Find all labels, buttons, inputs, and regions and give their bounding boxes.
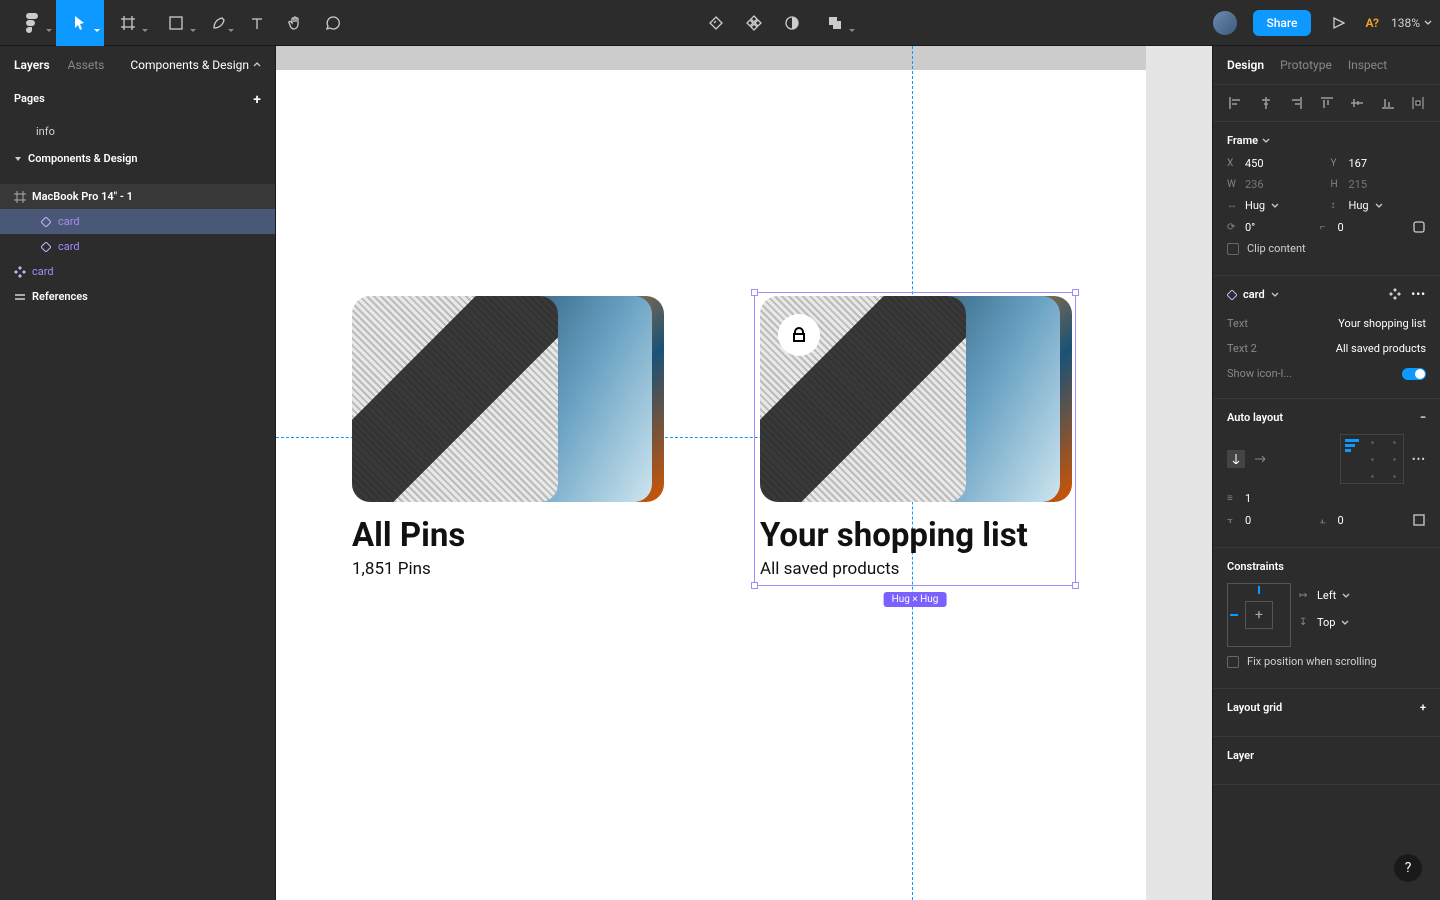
layer-frame[interactable]: MacBook Pro 14" - 1: [0, 184, 275, 209]
inspect-tab[interactable]: Inspect: [1348, 58, 1387, 72]
radius-input[interactable]: 0: [1338, 221, 1344, 234]
card-title: All Pins: [352, 516, 664, 555]
zoom-control[interactable]: 138%: [1391, 16, 1432, 30]
align-row: [1213, 85, 1440, 122]
page-components[interactable]: Components & Design: [0, 145, 275, 172]
mask-icon[interactable]: [773, 0, 811, 46]
constraint-v[interactable]: Top: [1317, 616, 1335, 629]
prop-showicon-label: Show icon-l...: [1227, 367, 1292, 380]
text-tool[interactable]: [238, 0, 276, 46]
autolayout-label: Auto layout: [1227, 411, 1283, 424]
align-right-icon[interactable]: [1286, 93, 1306, 113]
card-subtitle: All saved products: [760, 559, 1072, 579]
prop-text-label: Text: [1227, 317, 1248, 330]
card-shopping-list[interactable]: Your shopping list All saved products: [760, 296, 1072, 579]
autolayout-remove-icon[interactable]: −: [1420, 411, 1426, 424]
radius-expand-icon[interactable]: [1412, 220, 1426, 234]
frame-tool[interactable]: [104, 0, 152, 46]
rotation-input[interactable]: 0°: [1245, 221, 1255, 234]
card-image: [352, 296, 558, 502]
present-button[interactable]: [1319, 0, 1357, 46]
align-top-icon[interactable]: [1317, 93, 1337, 113]
fix-position-label: Fix position when scrolling: [1247, 655, 1377, 668]
hug-h[interactable]: Hug: [1349, 199, 1369, 212]
align-vcenter-icon[interactable]: [1347, 93, 1367, 113]
layer-section-label: Layer: [1227, 749, 1254, 762]
distribute-icon[interactable]: [1408, 93, 1428, 113]
right-panel: Design Prototype Inspect Frame X450 Y167…: [1212, 46, 1440, 900]
align-bottom-icon[interactable]: [1378, 93, 1398, 113]
al-alignment-grid[interactable]: [1340, 434, 1404, 484]
align-hcenter-icon[interactable]: [1256, 93, 1276, 113]
al-direction-h[interactable]: [1251, 450, 1269, 468]
align-left-icon[interactable]: [1225, 93, 1245, 113]
card-all-pins[interactable]: All Pins 1,851 Pins: [352, 296, 664, 579]
help-button[interactable]: ?: [1394, 854, 1422, 882]
al-gap-input[interactable]: 1: [1245, 492, 1251, 505]
al-more-icon[interactable]: •••: [1412, 453, 1426, 466]
h-input[interactable]: 215: [1349, 178, 1368, 191]
al-pad-expand-icon[interactable]: [1412, 513, 1426, 527]
hand-tool[interactable]: [276, 0, 314, 46]
add-page-button[interactable]: +: [253, 92, 261, 108]
layer-card-1[interactable]: card: [0, 209, 275, 234]
layer-card-master[interactable]: card: [0, 259, 275, 284]
share-button[interactable]: Share: [1253, 10, 1312, 36]
frame-section-label: Frame: [1227, 134, 1258, 147]
prototype-tab[interactable]: Prototype: [1280, 58, 1332, 72]
left-panel: Layers Assets Components & Design Pages …: [0, 46, 276, 900]
instance-name[interactable]: card: [1243, 288, 1265, 301]
comment-tool[interactable]: [314, 0, 352, 46]
fix-position-checkbox[interactable]: [1227, 656, 1239, 668]
shape-tool[interactable]: [152, 0, 200, 46]
layer-references[interactable]: References: [0, 284, 275, 309]
prop-text2-label: Text 2: [1227, 342, 1257, 355]
layers-tab[interactable]: Layers: [14, 58, 50, 72]
layoutgrid-label: Layout grid: [1227, 701, 1282, 714]
hug-w[interactable]: Hug: [1245, 199, 1265, 212]
lock-icon: [778, 314, 820, 356]
avatar[interactable]: [1213, 11, 1237, 35]
clip-content-label: Clip content: [1247, 242, 1306, 255]
x-input[interactable]: 450: [1245, 157, 1264, 170]
al-direction-v[interactable]: [1227, 450, 1245, 468]
library-tab[interactable]: Components & Design: [130, 58, 261, 72]
constraints-label: Constraints: [1227, 560, 1284, 573]
top-toolbar: Share A? 138%: [0, 0, 1440, 46]
w-input[interactable]: 236: [1245, 178, 1264, 191]
page-info[interactable]: info: [0, 118, 275, 145]
al-padv-input[interactable]: 0: [1338, 514, 1344, 527]
show-icon-toggle[interactable]: [1402, 368, 1426, 380]
component-back-icon[interactable]: [697, 0, 735, 46]
figma-menu-button[interactable]: [8, 0, 56, 46]
card-title: Your shopping list: [760, 516, 1072, 555]
constraint-h[interactable]: Left: [1317, 589, 1336, 602]
canvas[interactable]: All Pins 1,851 Pins Your shopping list A…: [276, 46, 1212, 900]
prop-text2-value[interactable]: All saved products: [1336, 342, 1426, 355]
y-input[interactable]: 167: [1349, 157, 1368, 170]
dev-badge[interactable]: A?: [1365, 16, 1379, 30]
component-create-icon[interactable]: [735, 0, 773, 46]
prop-text-value[interactable]: Your shopping list: [1338, 317, 1426, 330]
instance-swap-icon[interactable]: [1389, 288, 1401, 301]
constraints-box[interactable]: +: [1227, 583, 1291, 647]
al-padh-input[interactable]: 0: [1245, 514, 1251, 527]
assets-tab[interactable]: Assets: [68, 58, 105, 72]
card-subtitle: 1,851 Pins: [352, 559, 664, 579]
layoutgrid-add-icon[interactable]: +: [1420, 701, 1426, 714]
move-tool[interactable]: [56, 0, 104, 46]
boolean-icon[interactable]: [811, 0, 859, 46]
instance-more-icon[interactable]: •••: [1411, 288, 1426, 301]
pen-tool[interactable]: [200, 0, 238, 46]
pages-label: Pages: [14, 92, 45, 108]
clip-content-checkbox[interactable]: [1227, 243, 1239, 255]
layer-card-2[interactable]: card: [0, 234, 275, 259]
design-tab[interactable]: Design: [1227, 58, 1264, 72]
